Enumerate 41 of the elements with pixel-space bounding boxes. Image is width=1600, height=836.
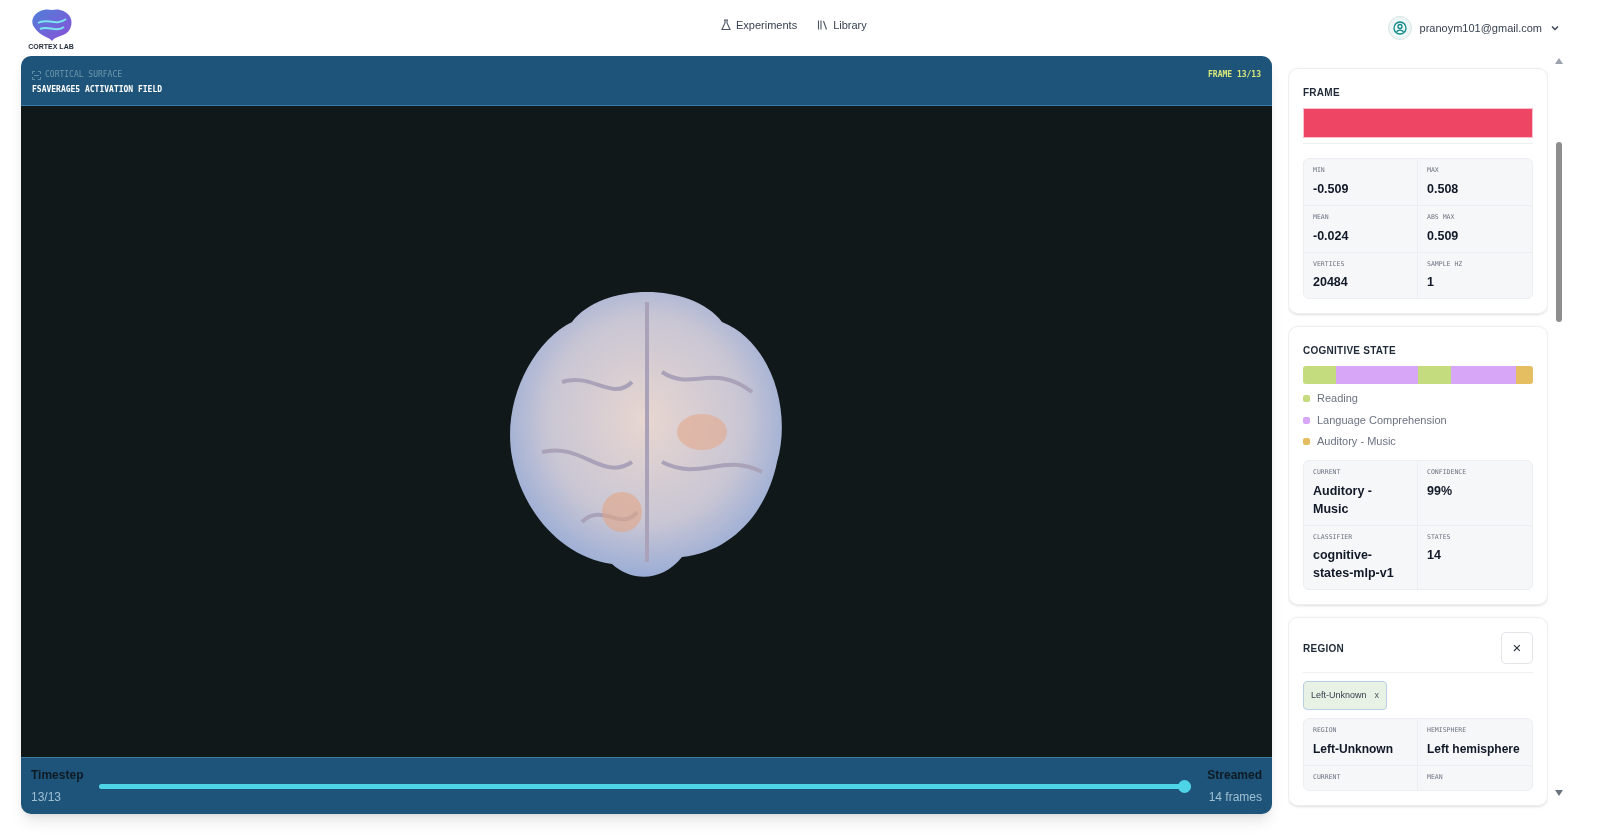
- scroll-down-icon[interactable]: [1555, 790, 1563, 796]
- books-icon: [817, 19, 829, 32]
- stat-value: 1: [1427, 274, 1435, 292]
- streamed-label: Streamed: [1207, 767, 1262, 784]
- stat-value: 20484: [1313, 274, 1349, 292]
- legend-label: Language Comprehension: [1317, 412, 1447, 428]
- user-icon: [1392, 21, 1407, 35]
- streamed-value: 14 frames: [1208, 789, 1262, 806]
- stat-value: Left-Unknown: [1313, 741, 1394, 758]
- chip-label: Left-Unknown: [1311, 689, 1367, 702]
- card-title: REGION: [1303, 641, 1344, 656]
- timestep-value: 13/13: [31, 789, 63, 806]
- nav-link[interactable]: Experiments: [720, 17, 798, 34]
- account-email[interactable]: pranoym101@gmail.com: [1419, 19, 1542, 37]
- stat-value: 0.508: [1427, 180, 1460, 198]
- stat-value: Auditory - Music: [1313, 482, 1374, 518]
- slider-thumb[interactable]: [1178, 779, 1192, 793]
- viewer-title: FSAVERAGE5 ACTIVATION FIELD: [32, 84, 163, 96]
- stat-value: -0.509: [1313, 180, 1350, 198]
- flask-icon: [720, 19, 731, 32]
- stat-value: 14: [1427, 547, 1442, 565]
- scan-icon: [32, 70, 41, 80]
- chevron-down-icon[interactable]: [1550, 23, 1560, 33]
- stat-value: 99%: [1427, 482, 1454, 500]
- stat-value: 0.509: [1427, 227, 1460, 245]
- timestep-slider[interactable]: [99, 779, 1192, 793]
- remove-chip-button[interactable]: x: [1374, 689, 1380, 703]
- viewer-eyebrow: CORTICAL SURFACE: [45, 69, 123, 81]
- card-title: FRAME: [1303, 86, 1341, 100]
- timestep-label: Timestep: [31, 767, 84, 784]
- legend-label: Reading: [1317, 391, 1358, 407]
- close-button[interactable]: ×: [1501, 632, 1533, 665]
- nav-link[interactable]: Library: [817, 17, 867, 34]
- stat-value: Left hemisphere: [1427, 741, 1521, 758]
- scroll-up-icon[interactable]: [1555, 58, 1563, 64]
- stat-value: -0.024: [1313, 227, 1350, 245]
- stat-value: cognitive-states-mlp-v1: [1313, 547, 1395, 583]
- card-title: COGNITIVE STATE: [1303, 344, 1397, 359]
- legend-label: Auditory - Music: [1317, 434, 1396, 450]
- account-avatar[interactable]: [1387, 16, 1412, 40]
- frame-counter: FRAME 13/13: [1208, 69, 1261, 81]
